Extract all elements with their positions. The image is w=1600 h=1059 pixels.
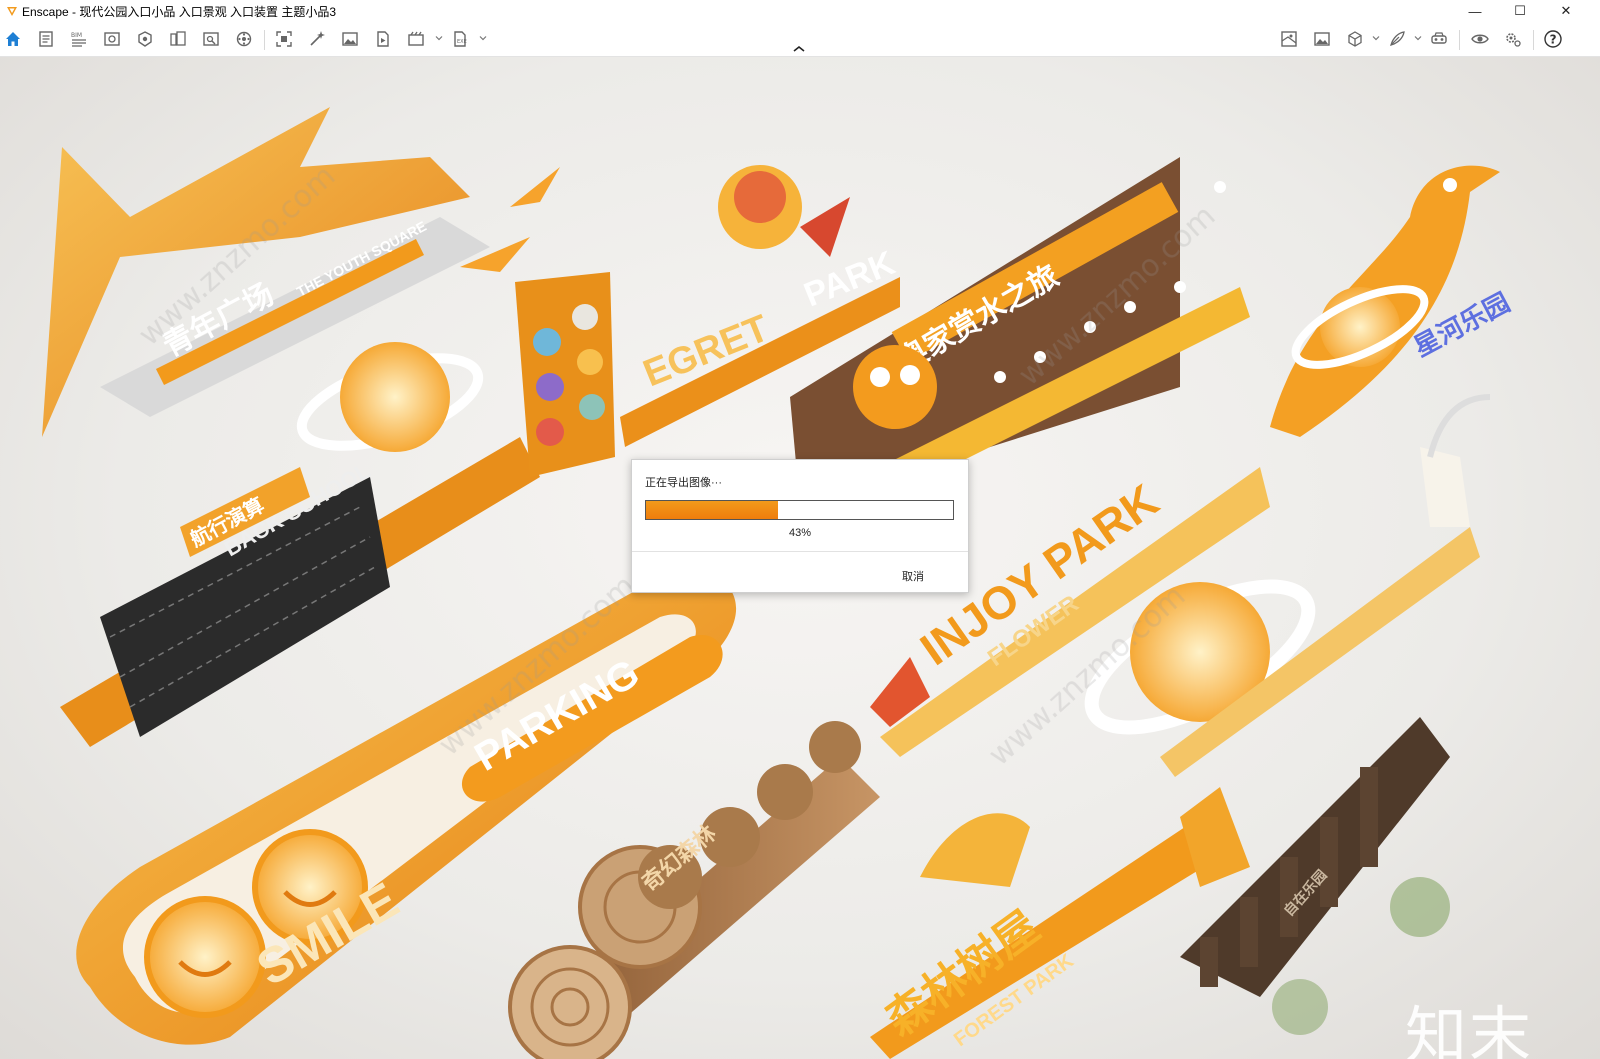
chevron-down-icon[interactable]: [1372, 34, 1380, 42]
svg-text:BIM: BIM: [71, 32, 82, 39]
eye-icon[interactable]: [1469, 28, 1491, 50]
export-icon[interactable]: EXE: [449, 28, 471, 50]
minimize-button[interactable]: —: [1452, 0, 1498, 22]
screenshot-icon[interactable]: [273, 28, 295, 50]
enscape-logo-icon: [7, 7, 17, 16]
home-icon[interactable]: [2, 28, 24, 50]
progress-percent: 43%: [788, 527, 812, 539]
close-button[interactable]: ✕: [1543, 0, 1589, 22]
dialog-divider: [632, 551, 968, 552]
progress-fill: [646, 501, 778, 519]
document-icon[interactable]: [35, 28, 57, 50]
export-progress-dialog: 正在导出图像··· 43% 取消: [631, 459, 969, 593]
cancel-button[interactable]: 取消: [902, 568, 924, 584]
image-export-icon[interactable]: [339, 28, 361, 50]
toolbar-separator: [1533, 30, 1534, 50]
chevron-down-icon[interactable]: [435, 34, 443, 42]
chevron-down-icon[interactable]: [479, 34, 487, 42]
progress-bar: [645, 500, 954, 520]
forest-treehouse-sign: 森林树屋 FOREST PARK: [870, 787, 1250, 1059]
collapse-toolbar-icon[interactable]: [791, 44, 807, 54]
svg-text:EXE: EXE: [457, 39, 467, 45]
help-icon[interactable]: ?: [1542, 28, 1564, 50]
maximize-button[interactable]: ☐: [1497, 0, 1543, 22]
bim-icon[interactable]: BIM: [68, 28, 90, 50]
view-management-icon[interactable]: [200, 28, 222, 50]
dialog-title: 正在导出图像···: [645, 477, 722, 489]
image-id-watermark: ID: 1181910340: [1360, 1055, 1564, 1059]
brand-watermark: 知末: [1405, 999, 1534, 1059]
batch-render-icon[interactable]: [405, 28, 427, 50]
view-icon[interactable]: [101, 28, 123, 50]
svg-text:?: ?: [1550, 33, 1557, 47]
fantasy-forest-sign: 奇幻森林: [508, 721, 880, 1059]
settings-icon[interactable]: [1502, 28, 1524, 50]
magic-icon[interactable]: [306, 28, 328, 50]
youth-square-sign: 青年广场 THE YOUTH SQUARE: [42, 107, 560, 437]
chevron-down-icon[interactable]: [1414, 34, 1422, 42]
title-bar: Enscape - 现代公园入口小品 入口景观 入口装置 主题小品3 — ☐ ✕: [0, 0, 1600, 22]
gallery-icon[interactable]: [1311, 28, 1333, 50]
asset-library-icon[interactable]: [134, 28, 156, 50]
cube-icon[interactable]: [1344, 28, 1366, 50]
toolbar-separator: [1459, 30, 1460, 50]
minimap-icon[interactable]: [1278, 28, 1300, 50]
vr-headset-icon[interactable]: [1428, 28, 1450, 50]
video-icon[interactable]: [372, 28, 394, 50]
toolbar-separator: [264, 30, 265, 50]
settings-wheel-icon[interactable]: [233, 28, 255, 50]
window-title: Enscape - 现代公园入口小品 入口景观 入口装置 主题小品3: [22, 4, 337, 19]
material-icon[interactable]: [167, 28, 189, 50]
feather-icon[interactable]: [1386, 28, 1408, 50]
